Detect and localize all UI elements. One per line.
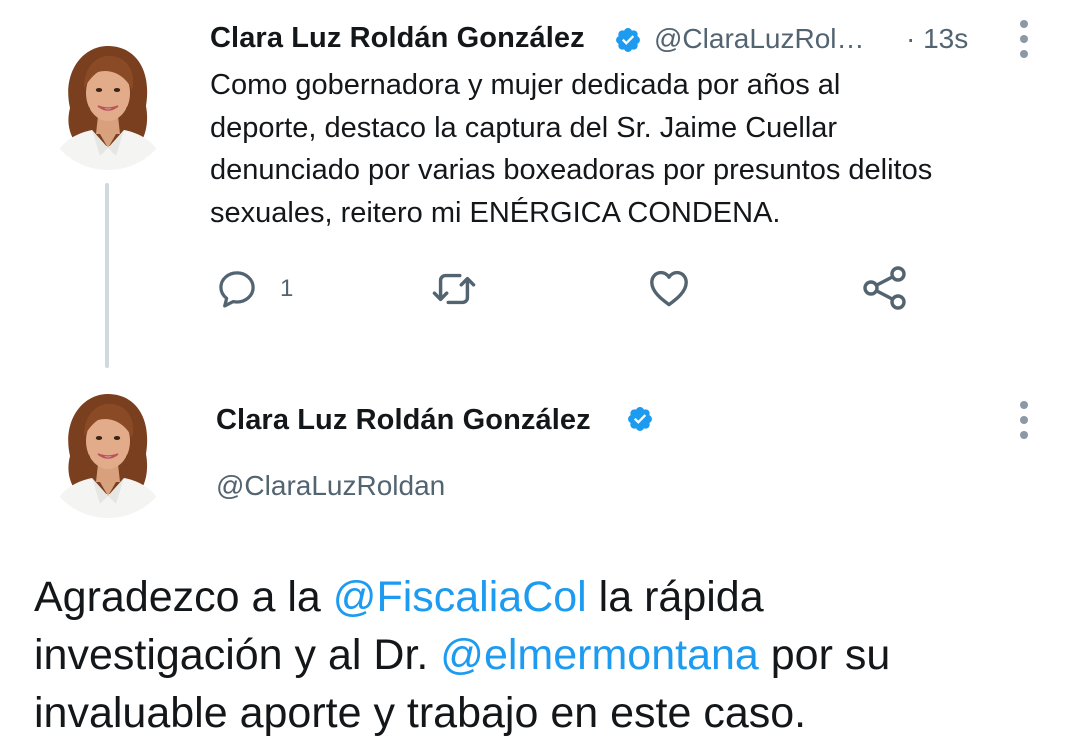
text-segment: Agradezco a la — [34, 573, 333, 621]
tweet-text-line: denunciado por varias boxeadoras por pre… — [210, 154, 933, 186]
tweet-text: Como gobernadora y mujer dedicada por añ… — [210, 64, 1055, 234]
avatar[interactable] — [42, 38, 174, 170]
tweet-text-line: investigación y al Dr. @elmermontana por… — [34, 626, 1064, 684]
thread-line — [105, 183, 109, 368]
verified-badge-icon — [614, 26, 642, 54]
display-name[interactable]: Clara Luz Roldán González — [210, 22, 585, 55]
retweet-button[interactable] — [428, 266, 480, 312]
more-options-icon[interactable] — [1018, 400, 1030, 440]
verified-badge-icon — [626, 405, 654, 433]
text-segment: investigación y al Dr. — [34, 631, 441, 679]
text-segment: por su — [758, 631, 891, 679]
like-button[interactable] — [645, 264, 693, 312]
heart-icon — [650, 270, 688, 307]
reply-count: 1 — [280, 275, 294, 302]
reply-icon — [219, 271, 255, 308]
mention-link[interactable]: @elmermontana — [440, 631, 759, 679]
more-options-icon[interactable] — [1018, 19, 1030, 59]
handle[interactable]: @ClaraLuzRoldan — [216, 470, 445, 502]
handle[interactable]: @ClaraLuzRol… — [654, 23, 865, 55]
text-segment: la rápida — [586, 573, 764, 621]
retweet-icon — [432, 273, 476, 305]
tweet-text-line: deporte, destaco la captura del Sr. Jaim… — [210, 111, 838, 144]
timestamp[interactable]: · 13s — [906, 23, 968, 55]
mention-link[interactable]: @FiscaliaCol — [333, 573, 587, 621]
tweet-text-line: invaluable aporte y trabajo en este caso… — [34, 689, 807, 737]
reply-button[interactable]: 1 — [214, 266, 293, 312]
share-button[interactable] — [860, 264, 910, 312]
tweet-text-line: Agradezco a la @FiscaliaCol la rápida — [34, 568, 1064, 626]
share-icon — [863, 266, 906, 310]
display-name[interactable]: Clara Luz Roldán González — [216, 404, 591, 437]
avatar[interactable] — [42, 386, 174, 518]
tweet-text-line: sexuales, reitero mi ENÉRGICA CONDENA. — [210, 196, 781, 229]
tweet-text-line: Como gobernadora y mujer dedicada por añ… — [210, 69, 841, 101]
tweet-text: Agradezco a la @FiscaliaCol la rápida in… — [34, 568, 1064, 742]
